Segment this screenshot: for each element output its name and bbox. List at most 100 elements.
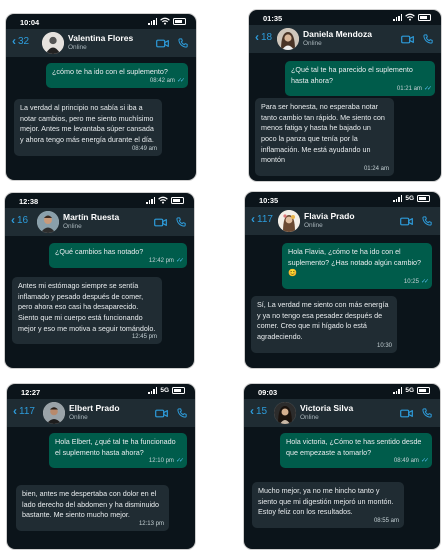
video-call-icon[interactable] <box>400 217 413 226</box>
wifi-icon <box>158 196 168 204</box>
message-text: Hola Flavia, ¿cómo te ha ido con el supl… <box>288 247 422 278</box>
signal-icon <box>393 13 402 21</box>
signal-icon <box>148 17 157 25</box>
chat-header: ‹ 15 Victoria Silva Online <box>244 399 440 427</box>
message-text: Antes mi estómago siempre se sentía infl… <box>18 281 156 333</box>
status-time: 12:38 <box>19 197 39 206</box>
video-call-icon[interactable] <box>400 409 413 418</box>
back-button[interactable]: ‹ 32 <box>12 35 29 47</box>
contact-name[interactable]: Daniela Mendoza <box>303 29 372 39</box>
chat-header: ‹ 16 Martín Ruesta Online <box>5 208 194 236</box>
status-bar: 09:03 5G <box>244 384 440 398</box>
unread-count: 32 <box>18 35 30 47</box>
avatar[interactable] <box>277 28 299 50</box>
incoming-message: Mucho mejor, ya no me hincho tanto y sie… <box>252 482 404 528</box>
avatar[interactable] <box>42 32 64 54</box>
message-time: 01:24 am <box>363 166 389 173</box>
back-button[interactable]: ‹ 18 <box>255 31 272 43</box>
message-text: ¿Qué cambios has notado? <box>55 247 144 256</box>
back-chevron-icon: ‹ <box>251 212 255 226</box>
phone-call-icon[interactable] <box>178 38 188 48</box>
chat-header: ‹ 32 Valentina Flores Online <box>6 29 196 57</box>
back-chevron-icon: ‹ <box>13 404 17 418</box>
phone-call-icon[interactable] <box>422 408 432 418</box>
contact-status: Online <box>68 44 87 51</box>
avatar[interactable] <box>43 402 65 424</box>
chat-header: ‹ 18 Daniela Mendoza Online <box>249 25 441 53</box>
chat-screenshot-martin: 12:38 ‹ 16 Martín Ruesta Online ¿Qué camb… <box>5 193 194 368</box>
message-text: bien, antes me despertaba con dolor en e… <box>22 489 160 520</box>
status-bar: 10:35 5G <box>245 192 440 206</box>
message-time: 12:10 pm <box>148 458 174 465</box>
message-time: 08:49 am <box>393 458 419 465</box>
wifi-icon <box>405 13 415 21</box>
status-bar: 10:04 <box>6 14 196 28</box>
status-time: 09:03 <box>258 388 278 397</box>
chat-header: ‹ 117 Flavia Prado Online <box>245 207 440 235</box>
message-time: 08:55 am <box>373 518 399 525</box>
status-time: 12:27 <box>21 388 41 397</box>
signal-icon <box>393 387 403 394</box>
status-bar: 12:27 5G <box>7 384 195 398</box>
outgoing-message: Hola Flavia, ¿cómo te ha ido con el supl… <box>282 243 432 289</box>
video-call-icon[interactable] <box>401 35 414 44</box>
phone-call-icon[interactable] <box>423 34 433 44</box>
chat-screenshot-valentina: 10:04 ‹ 32 Valentina Flores Online ¿cómo … <box>6 14 196 180</box>
battery-icon <box>173 17 186 25</box>
video-call-icon[interactable] <box>154 218 167 227</box>
unread-count: 15 <box>256 405 268 417</box>
contact-name[interactable]: Flavia Prado <box>304 211 355 221</box>
message-time: 01:21 am <box>396 86 422 93</box>
video-call-icon[interactable] <box>155 409 168 418</box>
back-button[interactable]: ‹ 15 <box>250 405 267 417</box>
chat-screenshot-flavia: 10:35 5G ‹ 117 Flavia Prado Online Hola F… <box>245 192 440 368</box>
chat-screenshot-victoria: 09:03 5G ‹ 15 Victoria Silva Online Hola … <box>244 384 440 549</box>
battery-icon <box>171 196 184 204</box>
message-time: 12:45 pm <box>131 334 157 341</box>
message-time: 12:13 pm <box>138 521 164 528</box>
message-text: ¿cómo te ha ido con el suplemento? <box>52 67 168 76</box>
avatar[interactable] <box>274 402 296 424</box>
message-text: Para ser honesta, no esperaba notar tant… <box>261 102 385 165</box>
chat-screenshot-elbert: 12:27 5G ‹ 117 Elbert Prado Online Hola E… <box>7 384 195 549</box>
chat-screenshot-daniela: 01:35 ‹ 18 Daniela Mendoza Online ¿Qué ta… <box>249 10 441 181</box>
network-type: 5G <box>405 195 414 202</box>
back-button[interactable]: ‹ 117 <box>251 213 273 225</box>
status-time: 10:04 <box>20 18 40 27</box>
contact-name[interactable]: Martín Ruesta <box>63 212 119 222</box>
avatar[interactable] <box>37 211 59 233</box>
message-time: 12:42 pm <box>148 257 174 264</box>
outgoing-message: ¿cómo te ha ido con el suplemento? 08:42… <box>46 63 188 88</box>
read-ticks-icon: ✓✓ <box>175 257 184 264</box>
phone-call-icon[interactable] <box>422 216 432 226</box>
contact-name[interactable]: Valentina Flores <box>68 33 133 43</box>
contact-status: Online <box>304 222 323 229</box>
phone-call-icon[interactable] <box>177 408 187 418</box>
contact-name[interactable]: Elbert Prado <box>69 403 120 413</box>
incoming-message: Sí, La verdad me siento con más energía … <box>251 296 397 353</box>
avatar[interactable] <box>278 210 300 232</box>
phone-call-icon[interactable] <box>176 217 186 227</box>
video-call-icon[interactable] <box>156 39 169 48</box>
battery-icon <box>417 195 430 202</box>
message-text: ¿Qué tal te ha parecido el suplemento ha… <box>291 65 413 85</box>
message-text: Hola victoria, ¿Cómo te has sentido desd… <box>286 437 422 457</box>
status-bar: 12:38 <box>5 193 194 207</box>
incoming-message: bien, antes me despertaba con dolor en e… <box>16 485 169 531</box>
message-time: 10:25 <box>403 279 419 286</box>
network-type: 5G <box>405 387 414 394</box>
message-time: 08:49 am <box>131 145 157 152</box>
back-button[interactable]: ‹ 16 <box>11 214 28 226</box>
contact-name[interactable]: Victoria Silva <box>300 403 353 413</box>
read-ticks-icon: ✓✓ <box>420 279 429 286</box>
unread-count: 117 <box>19 405 35 417</box>
read-ticks-icon: ✓✓ <box>420 458 429 465</box>
unread-count: 18 <box>261 31 273 43</box>
back-button[interactable]: ‹ 117 <box>13 405 35 417</box>
contact-status: Online <box>63 223 82 230</box>
status-bar: 01:35 <box>249 10 441 24</box>
signal-icon <box>148 387 158 394</box>
contact-status: Online <box>303 40 322 47</box>
outgoing-message: Hola Elbert, ¿qué tal te ha funcionado e… <box>49 433 187 469</box>
back-chevron-icon: ‹ <box>11 213 15 227</box>
